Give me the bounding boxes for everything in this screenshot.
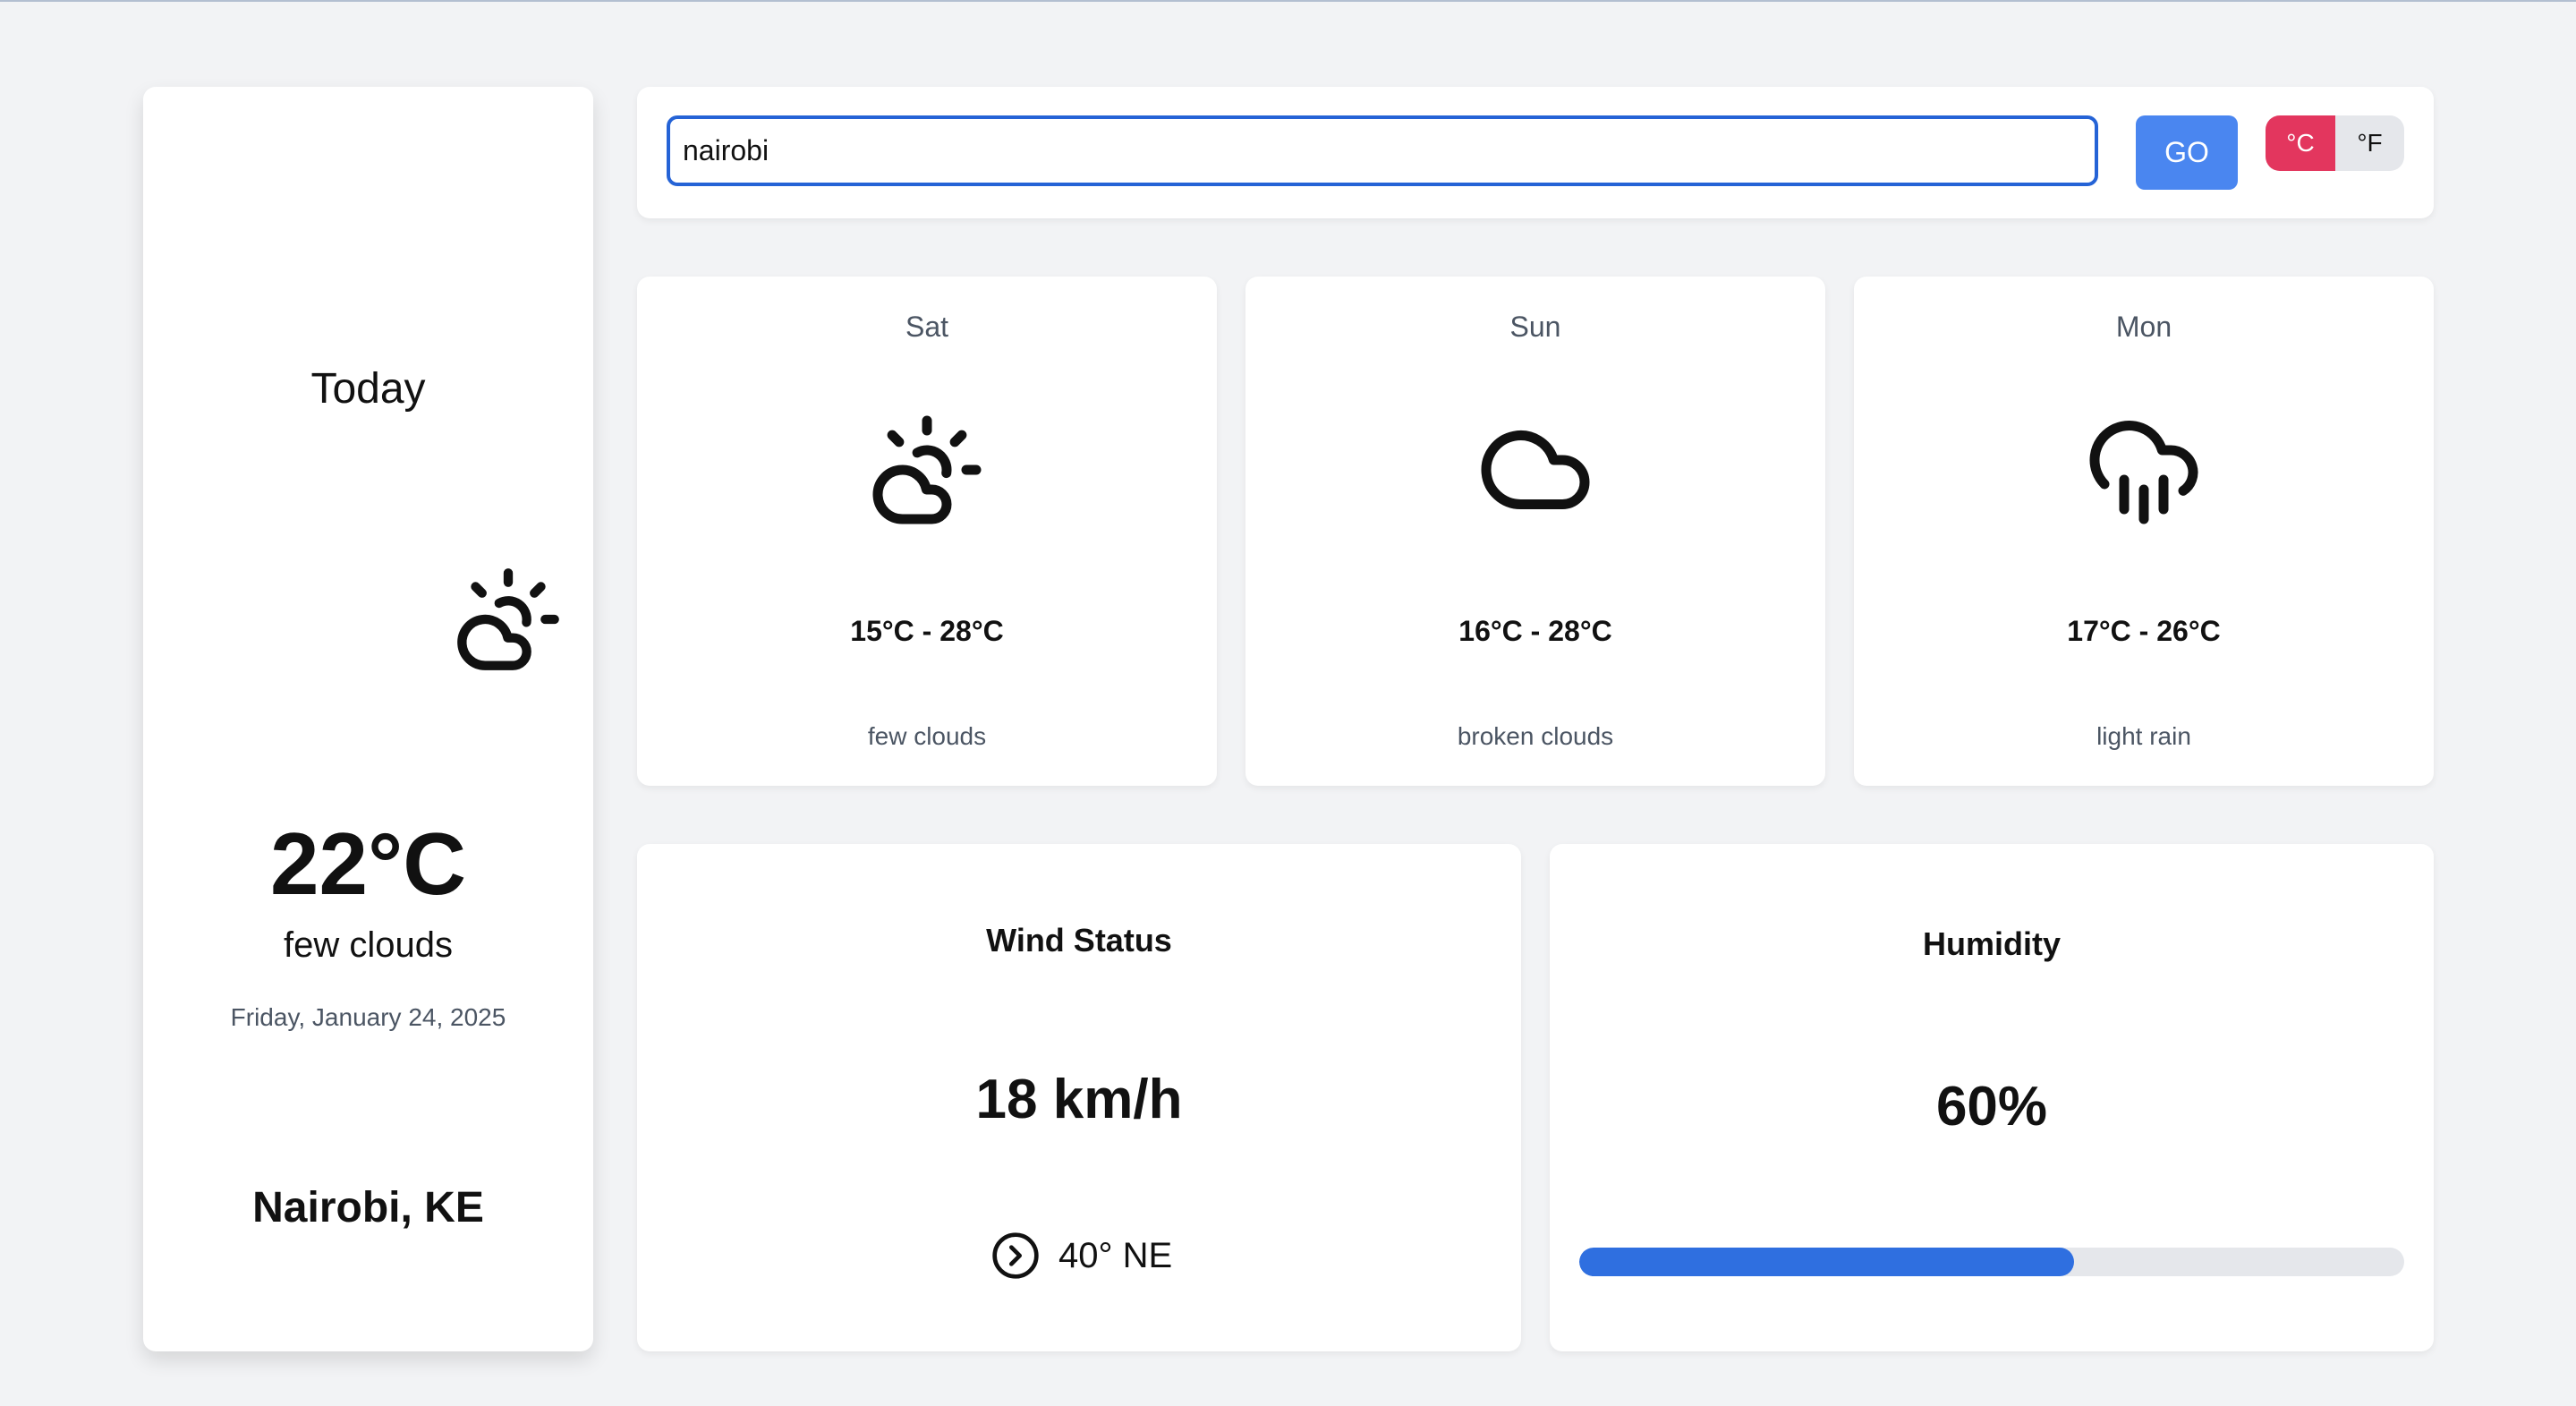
go-button[interactable]: GO xyxy=(2136,115,2238,190)
forecast-temperature-range: 17°C - 26°C xyxy=(2067,615,2221,647)
top-border xyxy=(0,0,2576,2)
humidity-progress-bar xyxy=(1579,1248,2404,1276)
current-temperature: 22°C xyxy=(270,814,466,913)
humidity-progress-fill xyxy=(1579,1248,2075,1276)
humidity-card: Humidity 60% xyxy=(1550,844,2434,1351)
cloud-rain-icon xyxy=(2085,411,2203,529)
fahrenheit-button[interactable]: °F xyxy=(2335,115,2404,171)
forecast-day: Sat xyxy=(905,311,949,343)
current-location: Nairobi, KE xyxy=(252,1184,484,1231)
circle-chevron-right-icon xyxy=(990,1231,1058,1281)
cloud-icon xyxy=(1476,411,1594,529)
wind-status-card: Wind Status 18 km/h 40° NE xyxy=(637,844,1521,1351)
cloud-sun-icon xyxy=(453,564,564,675)
forecast-day: Sun xyxy=(1509,311,1561,343)
today-title: Today xyxy=(310,365,426,413)
current-description: few clouds xyxy=(284,925,453,965)
unit-toggle: °C °F xyxy=(2266,115,2404,171)
forecast-card-mon: Mon 17°C - 26°C light rain xyxy=(1854,277,2434,786)
forecast-description: broken clouds xyxy=(1457,722,1614,750)
current-date: Friday, January 24, 2025 xyxy=(230,1003,506,1031)
forecast-card-sat: Sat 15°C - 28°C few clouds xyxy=(637,277,1217,786)
forecast-description: few clouds xyxy=(867,722,987,750)
forecast-card-sun: Sun 16°C - 28°C broken clouds xyxy=(1245,277,1825,786)
forecast-day: Mon xyxy=(2115,311,2172,343)
cloud-sun-icon xyxy=(868,411,986,529)
forecast-temperature-range: 16°C - 28°C xyxy=(1458,615,1612,647)
search-card: GO °C °F xyxy=(637,87,2434,218)
humidity-value: 60% xyxy=(1935,1076,2048,1138)
wind-status-title: Wind Status xyxy=(986,922,1172,959)
forecast-description: light rain xyxy=(2096,722,2191,750)
today-card: Today 22°C few clouds Friday, January 24… xyxy=(143,87,593,1351)
search-input[interactable] xyxy=(667,115,2098,186)
wind-direction-label: 40° NE xyxy=(1058,1235,1173,1275)
forecast-temperature-range: 15°C - 28°C xyxy=(850,615,1004,647)
humidity-title: Humidity xyxy=(1922,925,2061,962)
celsius-button[interactable]: °C xyxy=(2266,115,2335,171)
wind-direction: 40° NE xyxy=(990,1231,1172,1281)
wind-speed: 18 km/h xyxy=(975,1069,1183,1130)
